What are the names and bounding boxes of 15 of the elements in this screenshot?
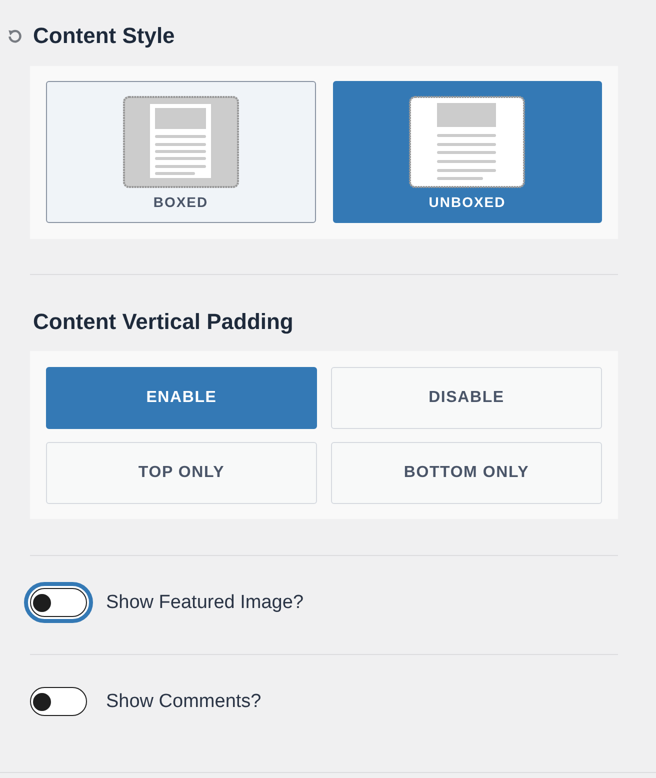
toggle-switch[interactable] [24,582,93,623]
layout-option-button[interactable]: BOXED [46,81,316,223]
toggle-switch[interactable] [30,687,87,716]
framed-page-icon [122,96,239,188]
padding-option-button[interactable]: BOTTOM ONLY [331,442,602,504]
reset-icon[interactable] [7,28,23,44]
layout-option-button[interactable]: UNBOXED [332,81,602,223]
page-layout-icon [409,96,526,188]
toggle-label: Show Comments? [106,690,262,714]
padding-option-button[interactable]: DISABLE [331,367,602,429]
section-heading: Content Style [33,24,175,48]
padding-option-button[interactable]: TOP ONLY [46,442,317,504]
toggle-label: Show Featured Image? [106,590,304,614]
section-heading: Content Vertical Padding [32,310,294,334]
padding-option-button[interactable]: ENABLE [46,367,317,429]
